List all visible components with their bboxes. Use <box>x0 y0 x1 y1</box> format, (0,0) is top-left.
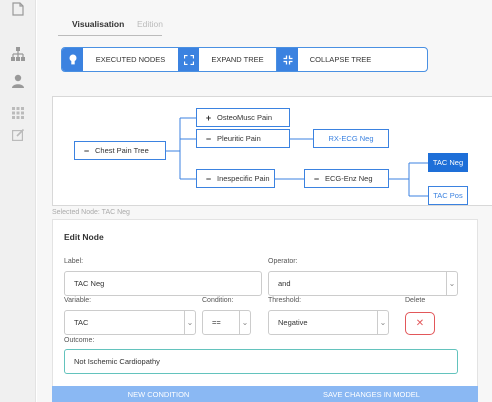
edit-node-panel: Edit Node Label: TAC Neg Operator: and ⌄… <box>52 219 478 402</box>
node-label: Inespecific Pain <box>217 174 270 183</box>
edit-icon[interactable] <box>9 125 27 143</box>
collapse-node-icon[interactable]: − <box>204 134 213 144</box>
tree-node-root[interactable]: − Chest Pain Tree <box>74 141 166 160</box>
collapse-node-icon[interactable]: − <box>82 146 91 156</box>
tree-canvas[interactable]: − Chest Pain Tree + OsteoMusc Pain − Ple… <box>52 96 492 206</box>
expand-icon[interactable] <box>178 48 199 71</box>
variable-select[interactable]: TAC ⌄ <box>64 310 196 335</box>
outcome-field[interactable]: Not Ischemic Cardiopathy <box>64 349 458 374</box>
tree-node-osteomusc[interactable]: + OsteoMusc Pain <box>196 108 290 127</box>
tab-edition[interactable]: Edition <box>137 19 163 29</box>
variable-caption: Variable: <box>64 297 92 304</box>
condition-select[interactable]: == ⌄ <box>202 310 251 335</box>
node-label: OsteoMusc Pain <box>217 113 273 122</box>
document-icon[interactable] <box>9 0 27 18</box>
expand-node-icon[interactable]: + <box>204 113 213 123</box>
collapse-tree-button[interactable]: COLLAPSE TREE <box>298 48 383 71</box>
grid-icon[interactable] <box>9 104 27 122</box>
tree-node-ecg-enz-neg[interactable]: − ECG-Enz Neg <box>304 169 389 188</box>
tab-underline <box>58 35 162 36</box>
edit-node-title: Edit Node <box>64 232 104 242</box>
outcome-field-value: Not Ischemic Cardiopathy <box>74 357 160 366</box>
label-field-value: TAC Neg <box>74 279 105 288</box>
node-label: Pleuritic Pain <box>217 134 261 143</box>
threshold-select[interactable]: Negative ⌄ <box>268 310 389 335</box>
lightbulb-icon[interactable] <box>62 48 83 71</box>
threshold-caption: Threshold: <box>268 297 302 304</box>
delete-button[interactable]: ✕ <box>405 312 435 335</box>
chevron-down-icon: ⌄ <box>446 272 457 295</box>
variable-select-value: TAC <box>74 318 89 327</box>
operator-caption: Operator: <box>268 258 298 265</box>
expand-tree-button[interactable]: EXPAND TREE <box>199 48 276 71</box>
executed-nodes-button[interactable]: EXECUTED NODES <box>83 48 178 71</box>
left-icon-rail <box>0 0 36 402</box>
condition-select-value: == <box>212 318 221 327</box>
save-changes-button[interactable]: SAVE CHANGES IN MODEL <box>265 386 478 402</box>
tree-node-rx-ecg-neg[interactable]: RX-ECG Neg <box>313 129 389 148</box>
hierarchy-icon[interactable] <box>9 45 27 63</box>
tree-node-inespecific[interactable]: − Inespecific Pain <box>196 169 275 188</box>
operator-select[interactable]: and ⌄ <box>268 271 458 296</box>
new-condition-button[interactable]: NEW CONDITION <box>52 386 265 402</box>
main-panel: Visualisation Edition EXECUTED NODES EXP… <box>37 0 492 402</box>
collapse-node-icon[interactable]: − <box>204 174 213 184</box>
tree-node-tac-pos[interactable]: TAC Pos <box>428 186 468 205</box>
tree-toolbar: EXECUTED NODES EXPAND TREE COLLAPSE TREE <box>61 47 428 72</box>
close-icon: ✕ <box>415 318 425 329</box>
operator-select-value: and <box>278 279 291 288</box>
bottom-action-bar: NEW CONDITION SAVE CHANGES IN MODEL <box>52 386 478 402</box>
tree-node-pleuritic[interactable]: − Pleuritic Pain <box>196 129 290 148</box>
selected-node-label: Selected Node: TAC Neg <box>52 209 130 216</box>
user-icon[interactable] <box>9 72 27 90</box>
chevron-down-icon: ⌄ <box>239 311 250 334</box>
collapse-icon[interactable] <box>277 48 298 71</box>
delete-caption: Delete <box>405 297 426 304</box>
label-field[interactable]: TAC Neg <box>64 271 262 296</box>
tree-node-tac-neg[interactable]: TAC Neg <box>428 153 468 172</box>
node-label: Chest Pain Tree <box>95 146 149 155</box>
node-label: ECG-Enz Neg <box>325 174 373 183</box>
chevron-down-icon: ⌄ <box>184 311 195 334</box>
label-caption: Label: <box>64 258 84 265</box>
chevron-down-icon: ⌄ <box>377 311 388 334</box>
collapse-node-icon[interactable]: − <box>312 174 321 184</box>
threshold-select-value: Negative <box>278 318 308 327</box>
tab-visualisation[interactable]: Visualisation <box>72 19 124 29</box>
outcome-caption: Outcome: <box>64 337 95 344</box>
condition-caption: Condition: <box>202 297 234 304</box>
